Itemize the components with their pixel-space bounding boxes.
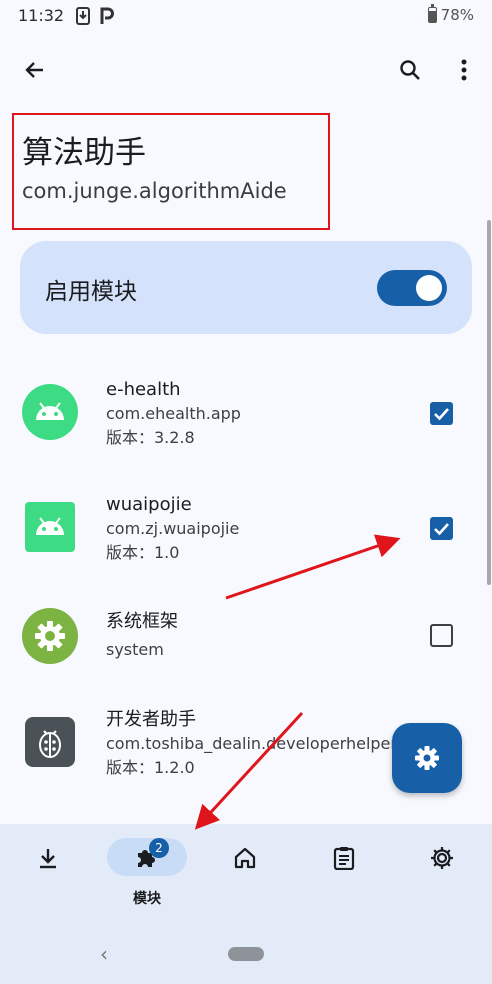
app-version: 版本：3.2.8 bbox=[106, 428, 195, 447]
nav-active-indicator: 2 bbox=[107, 838, 187, 876]
ladybug-icon bbox=[22, 714, 78, 770]
nav-modules[interactable]: 2 模块 bbox=[107, 838, 187, 908]
home-icon bbox=[234, 847, 256, 869]
module-package: com.junge.algorithmAide bbox=[22, 179, 287, 203]
app-title: wuaipojie bbox=[106, 494, 192, 515]
app-bar bbox=[0, 48, 492, 92]
list-item[interactable]: 系统框架 system bbox=[0, 608, 492, 666]
android-icon bbox=[22, 499, 78, 555]
p-app-status-icon bbox=[100, 7, 114, 29]
module-settings-fab[interactable] bbox=[392, 723, 462, 793]
scope-checkbox[interactable] bbox=[430, 402, 453, 425]
status-time: 11:32 bbox=[18, 6, 65, 25]
scope-checkbox[interactable] bbox=[430, 624, 453, 647]
list-item[interactable]: wuaipojie com.zj.wuaipojie 版本：1.0 bbox=[0, 493, 492, 573]
nav-modules-label: 模块 bbox=[133, 891, 161, 907]
check-icon bbox=[434, 408, 449, 421]
system-navigation: ‹ bbox=[0, 942, 492, 968]
gear-icon bbox=[415, 746, 439, 770]
nav-repository[interactable] bbox=[8, 838, 88, 908]
download-status-icon bbox=[76, 7, 90, 29]
switch-thumb bbox=[416, 275, 442, 301]
more-vert-icon bbox=[461, 59, 467, 81]
nav-settings[interactable] bbox=[402, 838, 482, 908]
app-version: 版本：1.2.0 bbox=[106, 758, 195, 777]
app-title: 开发者助手 bbox=[106, 709, 196, 730]
app-package: com.zj.wuaipojie bbox=[106, 519, 240, 538]
system-home-handle[interactable] bbox=[228, 947, 264, 961]
status-bar: 11:32 78% bbox=[0, 0, 492, 34]
module-name: 算法助手 bbox=[22, 135, 146, 171]
app-title: e-health bbox=[106, 379, 181, 400]
app-package: com.ehealth.app bbox=[106, 404, 241, 423]
enable-module-card[interactable]: 启用模块 bbox=[20, 241, 472, 334]
list-item[interactable]: e-health com.ehealth.app 版本：3.2.8 bbox=[0, 378, 492, 458]
app-version: 版本：1.0 bbox=[106, 543, 180, 562]
back-button[interactable] bbox=[15, 50, 55, 90]
app-package: com.toshiba_dealin.developerhelper bbox=[106, 734, 397, 753]
download-icon bbox=[40, 849, 56, 869]
system-back-icon[interactable]: ‹ bbox=[100, 942, 108, 966]
android-icon bbox=[22, 384, 78, 440]
check-icon bbox=[434, 523, 449, 536]
app-title: 系统框架 bbox=[106, 611, 178, 632]
enable-module-switch[interactable] bbox=[377, 270, 447, 306]
nav-logs[interactable] bbox=[304, 838, 384, 908]
more-options-button[interactable] bbox=[444, 50, 484, 90]
clipboard-icon bbox=[333, 847, 355, 870]
battery-level: 78% bbox=[440, 6, 474, 24]
module-title-highlight: 算法助手 com.junge.algorithmAide bbox=[12, 113, 330, 230]
arrow-back-icon bbox=[25, 62, 43, 78]
search-button[interactable] bbox=[390, 50, 430, 90]
gear-icon bbox=[22, 608, 78, 664]
search-icon bbox=[400, 60, 420, 80]
modules-badge: 2 bbox=[149, 838, 169, 858]
battery-icon bbox=[427, 4, 437, 23]
enable-module-label: 启用模块 bbox=[45, 279, 137, 305]
settings-icon bbox=[431, 847, 453, 869]
scope-checkbox[interactable] bbox=[430, 517, 453, 540]
app-package: system bbox=[106, 640, 164, 659]
nav-home[interactable] bbox=[205, 838, 285, 908]
